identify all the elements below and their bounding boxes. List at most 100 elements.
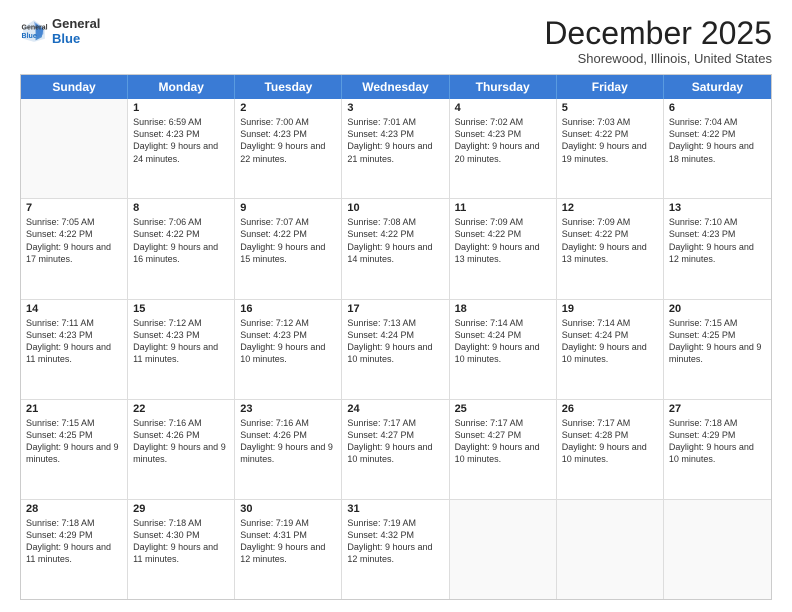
- header-wednesday: Wednesday: [342, 75, 449, 99]
- week-row-0: 1Sunrise: 6:59 AMSunset: 4:23 PMDaylight…: [21, 99, 771, 199]
- header-saturday: Saturday: [664, 75, 771, 99]
- month-title: December 2025: [544, 16, 772, 51]
- header-monday: Monday: [128, 75, 235, 99]
- cell-day: 5: [562, 102, 658, 114]
- week-row-4: 28 Sunrise: 7:18 AMSunset: 4:29 PMDayligh…: [21, 500, 771, 599]
- calendar-header: Sunday Monday Tuesday Wednesday Thursday…: [21, 75, 771, 99]
- cell-day: 23: [240, 403, 336, 415]
- cal-cell-2-5: 19 Sunrise: 7:14 AMSunset: 4:24 PMDayligh…: [557, 300, 664, 399]
- cell-day: 31: [347, 503, 443, 515]
- cal-cell-1-2: 9Sunrise: 7:07 AMSunset: 4:22 PMDaylight…: [235, 199, 342, 298]
- cal-cell-1-1: 8Sunrise: 7:06 AMSunset: 4:22 PMDaylight…: [128, 199, 235, 298]
- cal-cell-4-4: [450, 500, 557, 599]
- cell-info: Sunrise: 7:18 AMSunset: 4:29 PMDaylight:…: [669, 417, 766, 466]
- cal-cell-0-0: [21, 99, 128, 198]
- cell-info: Sunrise: 7:10 AMSunset: 4:23 PMDaylight:…: [669, 216, 766, 265]
- cal-cell-2-3: 17 Sunrise: 7:13 AMSunset: 4:24 PMDayligh…: [342, 300, 449, 399]
- logo-general: General: [52, 16, 100, 31]
- cell-day: 28: [26, 503, 122, 515]
- cal-cell-1-4: 11Sunrise: 7:09 AMSunset: 4:22 PMDayligh…: [450, 199, 557, 298]
- cal-cell-3-2: 23 Sunrise: 7:16 AMSunset: 4:26 PMDayligh…: [235, 400, 342, 499]
- cal-cell-0-1: 1Sunrise: 6:59 AMSunset: 4:23 PMDaylight…: [128, 99, 235, 198]
- cell-info: Sunrise: 7:11 AMSunset: 4:23 PMDaylight:…: [26, 317, 122, 366]
- cal-cell-3-0: 21 Sunrise: 7:15 AMSunset: 4:25 PMDayligh…: [21, 400, 128, 499]
- cell-info: Sunrise: 7:15 AMSunset: 4:25 PMDaylight:…: [669, 317, 766, 366]
- cell-info: Sunrise: 7:19 AMSunset: 4:32 PMDaylight:…: [347, 517, 443, 566]
- cell-day: 16: [240, 303, 336, 315]
- cal-cell-3-1: 22 Sunrise: 7:16 AMSunset: 4:26 PMDayligh…: [128, 400, 235, 499]
- header: General Blue General Blue December 2025 …: [20, 16, 772, 66]
- title-block: December 2025 Shorewood, Illinois, Unite…: [544, 16, 772, 66]
- cell-day: 2: [240, 102, 336, 114]
- cell-info: Sunrise: 7:01 AMSunset: 4:23 PMDaylight:…: [347, 116, 443, 165]
- cell-info: Sunrise: 7:18 AMSunset: 4:29 PMDaylight:…: [26, 517, 122, 566]
- cal-cell-1-5: 12 Sunrise: 7:09 AMSunset: 4:22 PMDayligh…: [557, 199, 664, 298]
- header-friday: Friday: [557, 75, 664, 99]
- cell-day: 22: [133, 403, 229, 415]
- cell-day: 30: [240, 503, 336, 515]
- cal-cell-3-6: 27Sunrise: 7:18 AMSunset: 4:29 PMDayligh…: [664, 400, 771, 499]
- cal-cell-1-0: 7 Sunrise: 7:05 AMSunset: 4:22 PMDaylight…: [21, 199, 128, 298]
- cal-cell-4-0: 28 Sunrise: 7:18 AMSunset: 4:29 PMDayligh…: [21, 500, 128, 599]
- cell-info: Sunrise: 7:13 AMSunset: 4:24 PMDaylight:…: [347, 317, 443, 366]
- cal-cell-3-5: 26Sunrise: 7:17 AMSunset: 4:28 PMDayligh…: [557, 400, 664, 499]
- cell-info: Sunrise: 7:08 AMSunset: 4:22 PMDaylight:…: [347, 216, 443, 265]
- cell-info: Sunrise: 7:17 AMSunset: 4:27 PMDaylight:…: [347, 417, 443, 466]
- cell-info: Sunrise: 7:12 AMSunset: 4:23 PMDaylight:…: [133, 317, 229, 366]
- cell-info: Sunrise: 7:17 AMSunset: 4:28 PMDaylight:…: [562, 417, 658, 466]
- cell-info: Sunrise: 7:05 AMSunset: 4:22 PMDaylight:…: [26, 216, 122, 265]
- cell-info: Sunrise: 7:09 AMSunset: 4:22 PMDaylight:…: [562, 216, 658, 265]
- cell-info: Sunrise: 7:15 AMSunset: 4:25 PMDaylight:…: [26, 417, 122, 466]
- cal-cell-2-1: 15 Sunrise: 7:12 AMSunset: 4:23 PMDayligh…: [128, 300, 235, 399]
- cal-cell-3-4: 25Sunrise: 7:17 AMSunset: 4:27 PMDayligh…: [450, 400, 557, 499]
- cell-day: 13: [669, 202, 766, 214]
- cell-info: Sunrise: 6:59 AMSunset: 4:23 PMDaylight:…: [133, 116, 229, 165]
- cell-day: 6: [669, 102, 766, 114]
- week-row-1: 7 Sunrise: 7:05 AMSunset: 4:22 PMDaylight…: [21, 199, 771, 299]
- cell-day: 9: [240, 202, 336, 214]
- cell-day: 14: [26, 303, 122, 315]
- cal-cell-1-3: 10Sunrise: 7:08 AMSunset: 4:22 PMDayligh…: [342, 199, 449, 298]
- cell-info: Sunrise: 7:06 AMSunset: 4:22 PMDaylight:…: [133, 216, 229, 265]
- cal-cell-4-5: [557, 500, 664, 599]
- cell-info: Sunrise: 7:02 AMSunset: 4:23 PMDaylight:…: [455, 116, 551, 165]
- cell-day: 25: [455, 403, 551, 415]
- cell-info: Sunrise: 7:18 AMSunset: 4:30 PMDaylight:…: [133, 517, 229, 566]
- cell-day: 4: [455, 102, 551, 114]
- header-thursday: Thursday: [450, 75, 557, 99]
- cal-cell-0-3: 3Sunrise: 7:01 AMSunset: 4:23 PMDaylight…: [342, 99, 449, 198]
- cell-day: 20: [669, 303, 766, 315]
- location: Shorewood, Illinois, United States: [544, 51, 772, 66]
- logo-icon: General Blue: [20, 17, 48, 45]
- cell-info: Sunrise: 7:16 AMSunset: 4:26 PMDaylight:…: [240, 417, 336, 466]
- cell-day: 29: [133, 503, 229, 515]
- cal-cell-0-2: 2 Sunrise: 7:00 AMSunset: 4:23 PMDaylight…: [235, 99, 342, 198]
- cell-info: Sunrise: 7:12 AMSunset: 4:23 PMDaylight:…: [240, 317, 336, 366]
- cal-cell-2-2: 16 Sunrise: 7:12 AMSunset: 4:23 PMDayligh…: [235, 300, 342, 399]
- cell-info: Sunrise: 7:16 AMSunset: 4:26 PMDaylight:…: [133, 417, 229, 466]
- header-sunday: Sunday: [21, 75, 128, 99]
- cal-cell-3-3: 24Sunrise: 7:17 AMSunset: 4:27 PMDayligh…: [342, 400, 449, 499]
- cal-cell-4-1: 29 Sunrise: 7:18 AMSunset: 4:30 PMDayligh…: [128, 500, 235, 599]
- svg-text:Blue: Blue: [22, 33, 37, 40]
- logo: General Blue General Blue: [20, 16, 100, 46]
- cell-info: Sunrise: 7:19 AMSunset: 4:31 PMDaylight:…: [240, 517, 336, 566]
- svg-text:General: General: [22, 24, 48, 31]
- cal-cell-1-6: 13 Sunrise: 7:10 AMSunset: 4:23 PMDayligh…: [664, 199, 771, 298]
- cell-day: 21: [26, 403, 122, 415]
- cell-info: Sunrise: 7:14 AMSunset: 4:24 PMDaylight:…: [562, 317, 658, 366]
- cal-cell-4-2: 30 Sunrise: 7:19 AMSunset: 4:31 PMDayligh…: [235, 500, 342, 599]
- cell-info: Sunrise: 7:04 AMSunset: 4:22 PMDaylight:…: [669, 116, 766, 165]
- header-tuesday: Tuesday: [235, 75, 342, 99]
- week-row-3: 21 Sunrise: 7:15 AMSunset: 4:25 PMDayligh…: [21, 400, 771, 500]
- cell-day: 15: [133, 303, 229, 315]
- cell-day: 12: [562, 202, 658, 214]
- cell-day: 17: [347, 303, 443, 315]
- cal-cell-4-6: [664, 500, 771, 599]
- week-row-2: 14 Sunrise: 7:11 AMSunset: 4:23 PMDayligh…: [21, 300, 771, 400]
- cell-day: 7: [26, 202, 122, 214]
- cell-day: 19: [562, 303, 658, 315]
- calendar-body: 1Sunrise: 6:59 AMSunset: 4:23 PMDaylight…: [21, 99, 771, 599]
- cell-info: Sunrise: 7:00 AMSunset: 4:23 PMDaylight:…: [240, 116, 336, 165]
- cal-cell-0-4: 4 Sunrise: 7:02 AMSunset: 4:23 PMDaylight…: [450, 99, 557, 198]
